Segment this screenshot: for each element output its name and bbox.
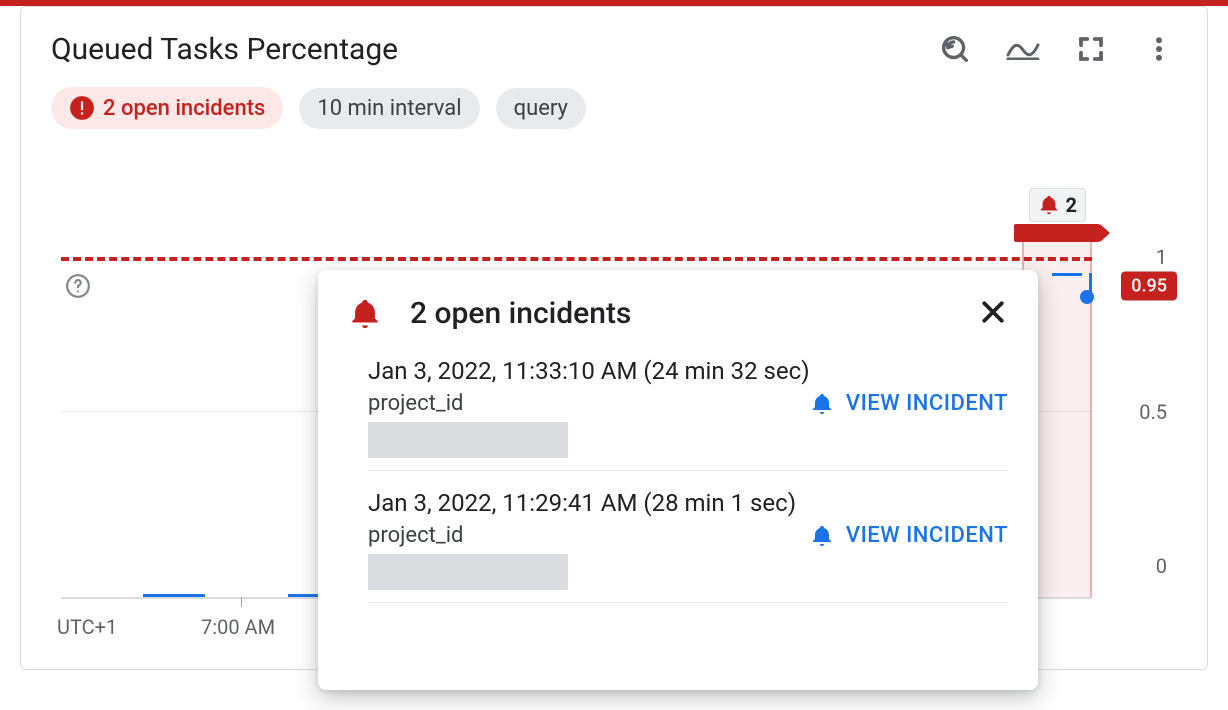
series-line (1052, 273, 1082, 276)
legend-toggle-button[interactable] (1005, 31, 1041, 67)
legend-icon (1006, 38, 1040, 60)
card-header: Queued Tasks Percentage (51, 31, 1177, 67)
view-incident-link[interactable]: VIEW INCIDENT (810, 391, 1008, 416)
y-label-bottom: 0 (1156, 554, 1167, 578)
fullscreen-button[interactable] (1073, 31, 1109, 67)
query-chip-label: query (514, 96, 568, 121)
reset-zoom-button[interactable] (937, 31, 973, 67)
incident-row: Jan 3, 2022, 11:29:41 AM (28 min 1 sec) … (368, 481, 1008, 603)
incident-details: project_id (368, 523, 568, 590)
popup-header: 2 open incidents (348, 296, 1008, 331)
chip-row: 2 open incidents 10 min interval query (51, 87, 1177, 129)
view-incident-label: VIEW INCIDENT (846, 391, 1008, 416)
bell-icon (810, 392, 834, 416)
threshold-line (61, 257, 1092, 261)
y-label-top: 1 (1156, 245, 1167, 269)
incident-list: Jan 3, 2022, 11:33:10 AM (24 min 32 sec)… (368, 349, 1008, 603)
series-segment (143, 594, 205, 597)
incident-details: project_id (368, 391, 568, 458)
card-title: Queued Tasks Percentage (51, 32, 398, 67)
popup-close-button[interactable] (978, 297, 1008, 331)
fullscreen-icon (1076, 34, 1106, 64)
incident-time: Jan 3, 2022, 11:33:10 AM (24 min 32 sec) (368, 357, 1008, 385)
incident-field-label: project_id (368, 391, 568, 416)
query-chip[interactable]: query (496, 88, 586, 129)
more-menu-button[interactable] (1141, 31, 1177, 67)
incidents-chip-label: 2 open incidents (103, 96, 265, 121)
interval-chip-label: 10 min interval (317, 96, 461, 121)
incident-body: project_id VIEW INCIDENT (368, 523, 1008, 590)
incident-body: project_id VIEW INCIDENT (368, 391, 1008, 458)
data-point[interactable] (1080, 290, 1094, 304)
incident-row: Jan 3, 2022, 11:33:10 AM (24 min 32 sec)… (368, 349, 1008, 471)
card-toolbar (937, 31, 1177, 67)
view-incident-link[interactable]: VIEW INCIDENT (810, 523, 1008, 548)
bell-icon (810, 524, 834, 548)
alert-bell-badge[interactable]: 2 (1029, 188, 1086, 222)
help-icon[interactable] (65, 273, 91, 303)
incident-time: Jan 3, 2022, 11:29:41 AM (28 min 1 sec) (368, 489, 1008, 517)
x-label-tz: UTC+1 (57, 615, 117, 639)
y-axis: 1 0.5 0 0.95 (1097, 192, 1177, 599)
reset-zoom-icon (938, 32, 972, 66)
incident-field-label: project_id (368, 523, 568, 548)
error-icon (69, 95, 95, 121)
popup-title-wrap: 2 open incidents (348, 296, 631, 331)
bell-icon (348, 297, 382, 331)
redacted-value (368, 554, 568, 590)
more-vert-icon (1144, 34, 1174, 64)
incidents-chip[interactable]: 2 open incidents (51, 87, 283, 129)
close-icon (978, 297, 1008, 327)
x-label-1: 7:00 AM (201, 615, 275, 639)
bell-icon (1038, 194, 1060, 216)
view-incident-label: VIEW INCIDENT (846, 523, 1008, 548)
x-tick (241, 597, 242, 607)
popup-title: 2 open incidents (410, 296, 631, 331)
interval-chip[interactable]: 10 min interval (299, 88, 479, 129)
value-badge: 0.95 (1121, 271, 1177, 300)
alert-count: 2 (1066, 193, 1077, 217)
redacted-value (368, 422, 568, 458)
y-label-mid: 0.5 (1139, 400, 1167, 424)
incidents-popup: 2 open incidents Jan 3, 2022, 11:33:10 A… (318, 270, 1038, 690)
